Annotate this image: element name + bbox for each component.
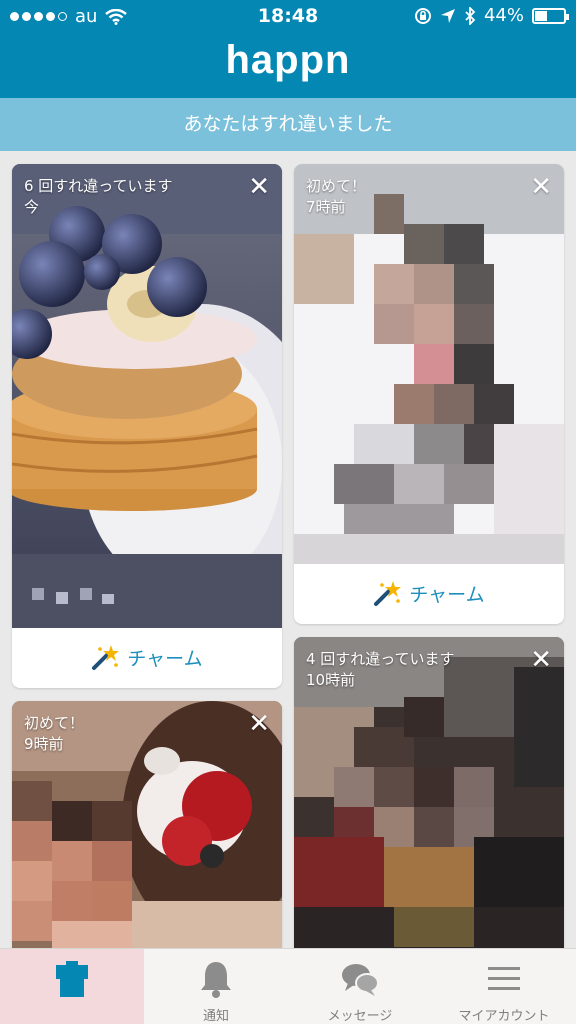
encounter-count: 6 回すれ違っています (24, 177, 173, 195)
tab-my-account[interactable]: マイアカウント (432, 949, 576, 1024)
chat-bubbles-icon (342, 964, 379, 996)
charm-label: チャーム (127, 647, 203, 670)
crossed-paths-banner: あなたはすれ違いました (0, 98, 576, 151)
close-icon[interactable]: ✕ (530, 647, 552, 673)
status-right: 44% (414, 5, 569, 26)
app-header: happn (0, 32, 576, 98)
profile-photo[interactable] (12, 164, 282, 628)
encounter-time: 10時前 (306, 671, 356, 689)
bluetooth-icon (465, 6, 476, 25)
charm-button[interactable]: チャーム (12, 628, 282, 686)
tab-messages-label: メッセージ (327, 1009, 393, 1024)
close-icon[interactable]: ✕ (248, 174, 270, 200)
encounter-time: 7時前 (306, 198, 346, 216)
magic-wand-icon (92, 645, 120, 670)
card-meta: 初めて！ 9時前 (24, 713, 84, 755)
tab-notifications[interactable]: 通知 (144, 949, 288, 1024)
home-icon (56, 961, 88, 997)
battery-icon (532, 7, 569, 24)
encounter-time: 今 (24, 198, 40, 216)
tab-my-account-label: マイアカウント (458, 1009, 550, 1024)
happn-logo: happn (225, 38, 351, 82)
encounter-count: 初めて！ (306, 177, 367, 195)
card-meta: 4 回すれ違っています 10時前 (306, 649, 455, 691)
profile-card[interactable]: 初めて！ 7時前 ✕ チャーム (294, 164, 564, 624)
tab-messages[interactable]: メッセージ (288, 949, 432, 1024)
profile-photo[interactable] (294, 164, 564, 564)
bell-icon (201, 962, 231, 998)
rotation-lock-icon (414, 7, 431, 24)
card-meta: 初めて！ 7時前 (306, 176, 366, 218)
location-icon (440, 8, 455, 23)
profile-card[interactable]: 初めて！ 9時前 ✕ (12, 701, 282, 967)
tab-notifications-label: 通知 (202, 1009, 229, 1024)
battery-percent: 44% (483, 5, 524, 26)
charm-button[interactable]: チャーム (294, 564, 564, 622)
close-icon[interactable]: ✕ (530, 174, 552, 200)
magic-wand-icon (374, 581, 402, 606)
charm-label: チャーム (409, 583, 485, 606)
card-meta: 6 回すれ違っています 今 (24, 176, 173, 218)
profile-card[interactable]: 6 回すれ違っています 今 ✕ チャーム (12, 164, 282, 688)
profile-card[interactable]: 4 回すれ違っています 10時前 ✕ (294, 637, 564, 967)
close-icon[interactable]: ✕ (248, 711, 270, 737)
encounter-time: 9時前 (24, 735, 64, 753)
tab-home[interactable] (0, 949, 144, 1024)
menu-icon (488, 967, 520, 990)
encounter-count: 初めて！ (24, 714, 85, 732)
status-bar: au 18:48 44% (0, 0, 576, 32)
encounter-count: 4 回すれ違っています (306, 650, 455, 668)
tab-bar: 通知 メッセージ マイアカウント (0, 948, 576, 1024)
